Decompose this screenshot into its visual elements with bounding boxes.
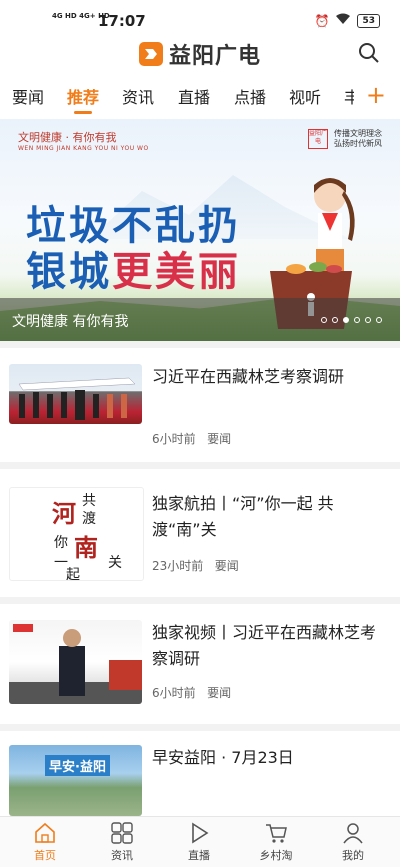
- divider: [0, 462, 400, 469]
- thumb-char: 南: [74, 533, 98, 562]
- news-thumbnail: [9, 364, 142, 424]
- news-category: 要闻: [207, 432, 232, 446]
- publisher-line-2: 弘扬时代新风: [334, 139, 382, 148]
- thumb-char: 关: [108, 555, 122, 571]
- news-meta: 23小时前 要闻: [152, 557, 239, 574]
- carousel-dot[interactable]: [321, 317, 327, 323]
- app-logo: 益阳广电: [138, 38, 261, 70]
- cart-icon: [266, 824, 287, 843]
- banner-slogan-2: 银城更美丽: [26, 249, 241, 295]
- carousel-banner[interactable]: 文明健康 · 有你有我 WEN MING JIAN KANG YOU NI YO…: [0, 119, 400, 341]
- tab-zhibo[interactable]: 直播: [178, 84, 210, 108]
- nav-home[interactable]: 首页: [15, 821, 75, 863]
- channel-tabs: 要闻 推荐 资讯 直播 点播 视听 丰: [0, 84, 400, 114]
- divider: [0, 597, 400, 604]
- publisher-line-1: 传播文明理念: [334, 129, 382, 138]
- publisher-seal: 益阳广电: [308, 129, 328, 149]
- app-name: 益阳广电: [168, 44, 261, 69]
- news-item[interactable]: 独家视频丨习近平在西藏林芝考察调研 6小时前 要闻: [0, 604, 400, 724]
- news-title: 独家航拍丨“河”你一起 共渡“南”关: [152, 494, 334, 539]
- carousel-dot[interactable]: [376, 317, 382, 323]
- nav-zixun[interactable]: 资讯: [92, 821, 152, 863]
- news-thumbnail: [9, 620, 142, 704]
- nav-label: 首页: [34, 849, 56, 862]
- news-meta: 6小时前 要闻: [152, 684, 231, 701]
- nav-label: 我的: [342, 849, 364, 862]
- news-meta: 6小时前 要闻: [152, 430, 231, 447]
- tab-shiting[interactable]: 视听: [289, 84, 321, 108]
- banner-publisher: 益阳广电 传播文明理念 弘扬时代新风: [308, 129, 382, 149]
- tab-tuijian[interactable]: 推荐: [67, 84, 99, 114]
- carousel-dot[interactable]: [332, 317, 338, 323]
- status-bar: 4G HD 4G+ HD 17:07 ⏰ 53: [0, 0, 400, 38]
- banner-campaign-pinyin: WEN MING JIAN KANG YOU NI YOU WO: [18, 145, 149, 152]
- nav-label: 直播: [188, 849, 210, 862]
- tab-zixun[interactable]: 资讯: [122, 84, 154, 108]
- divider: [0, 341, 400, 348]
- tab-partial[interactable]: 丰: [344, 84, 354, 108]
- banner-caption-bar: 文明健康 有你有我: [0, 298, 400, 341]
- thumb-char: 你: [54, 535, 68, 551]
- app-header: 益阳广电: [0, 36, 400, 72]
- thumb-char: 共: [82, 493, 96, 509]
- add-channel-icon[interactable]: +: [366, 81, 386, 109]
- news-title: 独家视频丨习近平在西藏林芝考察调研: [152, 623, 377, 668]
- search-icon[interactable]: [358, 42, 380, 64]
- banner-campaign-logo: 文明健康 · 有你有我 WEN MING JIAN KANG YOU NI YO…: [18, 129, 149, 152]
- status-icons: ⏰ 53: [315, 13, 380, 28]
- thumb-label: 早安·益阳: [45, 755, 110, 776]
- news-title: 早安益阳 · 7月23日: [152, 748, 294, 767]
- clock: 17:07: [98, 12, 146, 30]
- wifi-icon: [335, 13, 351, 28]
- news-category: 要闻: [214, 559, 239, 573]
- tab-active-indicator: [74, 111, 92, 114]
- news-thumbnail: 早安·益阳: [9, 745, 142, 816]
- tab-dianbo[interactable]: 点播: [234, 84, 266, 108]
- news-time: 23小时前: [152, 559, 204, 573]
- banner-caption: 文明健康 有你有我: [12, 314, 129, 330]
- play-icon: [192, 822, 209, 844]
- carousel-dot[interactable]: [365, 317, 371, 323]
- news-title: 习近平在西藏林芝考察调研: [152, 367, 345, 386]
- home-icon: [35, 822, 55, 843]
- logo-icon: [138, 42, 163, 66]
- news-thumbnail: 河 共 渡 你 南 一 关 起: [9, 487, 144, 581]
- thumb-char: 渡: [82, 511, 96, 527]
- nav-zhibo[interactable]: 直播: [169, 821, 229, 863]
- news-item[interactable]: 河 共 渡 你 南 一 关 起 独家航拍丨“河”你一起 共渡“南”关 23小时前…: [0, 469, 400, 597]
- user-icon: [343, 823, 363, 844]
- bottom-navigation: 首页 资讯 直播 乡村淘 我的: [0, 816, 400, 867]
- nav-mine[interactable]: 我的: [323, 821, 383, 863]
- alarm-icon: ⏰: [314, 13, 330, 28]
- banner-campaign-title: 文明健康 · 有你有我: [18, 131, 117, 144]
- news-time: 6小时前: [152, 432, 196, 446]
- news-category: 要闻: [207, 686, 232, 700]
- news-item[interactable]: 早安·益阳 早安益阳 · 7月23日: [0, 731, 400, 816]
- nav-label: 乡村淘: [259, 849, 293, 862]
- nav-xiangcuntao[interactable]: 乡村淘: [246, 821, 306, 863]
- nav-label: 资讯: [111, 849, 133, 862]
- battery-icon: 53: [357, 13, 380, 28]
- tab-yaowen[interactable]: 要闻: [12, 84, 44, 108]
- thumb-char: 河: [52, 499, 76, 528]
- carousel-dots: [321, 317, 382, 323]
- carousel-dot-active[interactable]: [343, 317, 349, 323]
- thumb-char: 起: [66, 567, 80, 581]
- divider: [0, 724, 400, 731]
- grid-icon: [111, 822, 133, 844]
- carousel-dot[interactable]: [354, 317, 360, 323]
- news-item[interactable]: 习近平在西藏林芝考察调研 6小时前 要闻: [0, 348, 400, 460]
- news-time: 6小时前: [152, 686, 196, 700]
